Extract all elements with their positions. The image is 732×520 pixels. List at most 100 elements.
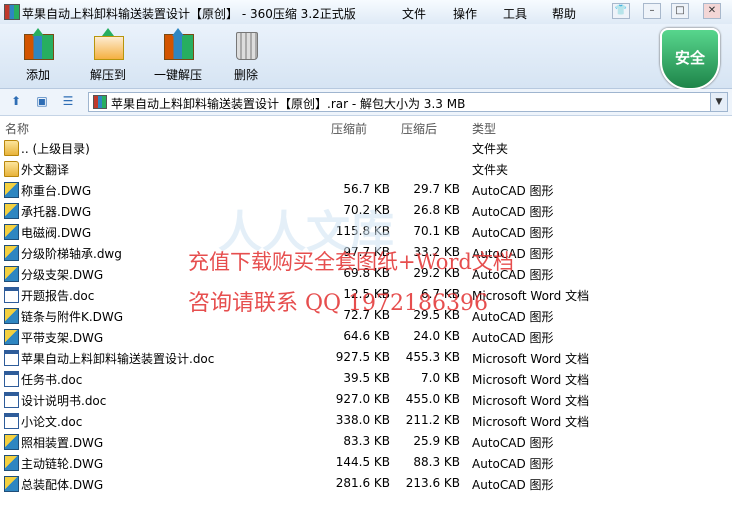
file-type: AutoCAD 图形 <box>472 184 554 198</box>
extract-to-label: 解压到 <box>89 68 126 82</box>
word-doc-icon <box>4 392 19 408</box>
original-size: 338.0 KB <box>335 413 390 427</box>
compressed-size: 24.0 KB <box>413 329 460 343</box>
original-size: 927.5 KB <box>335 350 390 364</box>
compressed-size: 455.3 KB <box>405 350 460 364</box>
compressed-size: 7.0 KB <box>421 371 460 385</box>
add-button-label: 添加 <box>25 68 50 82</box>
file-type: 文件夹 <box>472 163 509 177</box>
file-type: Microsoft Word 文档 <box>472 289 590 303</box>
delete-button-label: 删除 <box>233 68 258 82</box>
app-archive-icon <box>4 4 20 20</box>
extract-to-icon <box>92 28 124 60</box>
file-name: 分级支架.DWG <box>21 268 104 282</box>
autocad-file-icon <box>4 308 19 324</box>
close-button[interactable]: ✕ <box>703 3 721 19</box>
file-type: AutoCAD 图形 <box>472 226 554 240</box>
file-name: 外文翻译 <box>21 163 70 177</box>
original-size: 39.5 KB <box>343 371 390 385</box>
file-name: 链条与附件K.DWG <box>21 310 124 324</box>
menu-file[interactable]: 文件 <box>402 5 426 22</box>
file-type: AutoCAD 图形 <box>472 436 554 450</box>
column-compressed-size[interactable]: 压缩后 <box>401 120 437 137</box>
add-button[interactable]: 添加 <box>6 28 70 86</box>
watermark-line-2: 咨询请联系 QQ 1972186396 <box>188 291 489 316</box>
skin-shirt-icon[interactable]: 👕 <box>612 3 630 19</box>
extract-to-button[interactable]: 解压到 <box>76 28 140 86</box>
file-row[interactable]: 平带支架.DWG 64.6 KB 24.0 KB AutoCAD 图形 <box>0 326 732 347</box>
menu-tools[interactable]: 工具 <box>503 5 527 22</box>
autocad-file-icon <box>4 245 19 261</box>
column-type[interactable]: 类型 <box>472 120 496 137</box>
word-doc-icon <box>4 350 19 366</box>
one-click-extract-icon <box>162 28 194 60</box>
file-name: 总装配体.DWG <box>21 478 104 492</box>
word-doc-icon <box>4 413 19 429</box>
delete-button[interactable]: 删除 <box>214 28 278 86</box>
address-bar: ⬆ ▣ ☰ 苹果自动上料卸料输送装置设计【原创】.rar - 解包大小为 3.3… <box>0 89 732 116</box>
file-type: AutoCAD 图形 <box>472 457 554 471</box>
autocad-file-icon <box>4 476 19 492</box>
view-list-icon[interactable]: ☰ <box>60 94 76 108</box>
folder-icon <box>4 140 19 156</box>
file-type: Microsoft Word 文档 <box>472 394 590 408</box>
file-type: AutoCAD 图形 <box>472 478 554 492</box>
compressed-size: 213.6 KB <box>405 476 460 490</box>
file-name: 承托器.DWG <box>21 205 92 219</box>
file-type: 文件夹 <box>472 142 509 156</box>
original-size: 144.5 KB <box>335 455 390 469</box>
autocad-file-icon <box>4 182 19 198</box>
file-type: AutoCAD 图形 <box>472 331 554 345</box>
file-row[interactable]: 外文翻译 文件夹 <box>0 158 732 179</box>
file-row[interactable]: 苹果自动上料卸料输送装置设计.doc 927.5 KB 455.3 KB Micros… <box>0 347 732 368</box>
file-type: Microsoft Word 文档 <box>472 373 590 387</box>
file-name: 称重台.DWG <box>21 184 92 198</box>
maximize-button[interactable]: □ <box>671 3 689 19</box>
folder-icon <box>4 161 19 177</box>
file-name: 小论文.doc <box>21 415 83 429</box>
file-type: AutoCAD 图形 <box>472 205 554 219</box>
file-row[interactable]: 照相装置.DWG 83.3 KB 25.9 KB AutoCAD 图形 <box>0 431 732 452</box>
toolbar: 添加 解压到 一键解压 删除 <box>0 24 732 89</box>
one-click-extract-button[interactable]: 一键解压 <box>146 28 210 86</box>
word-doc-icon <box>4 371 19 387</box>
file-name: 设计说明书.doc <box>21 394 107 408</box>
file-row[interactable]: 总装配体.DWG 281.6 KB 213.6 KB AutoCAD 图形 <box>0 473 732 494</box>
autocad-file-icon <box>4 224 19 240</box>
column-original-size[interactable]: 压缩前 <box>331 120 367 137</box>
trash-icon <box>230 28 262 60</box>
file-row[interactable]: 任务书.doc 39.5 KB 7.0 KB Microsoft Word 文档 <box>0 368 732 389</box>
security-shield-icon[interactable]: 安全 <box>660 28 720 90</box>
path-text: 苹果自动上料卸料输送装置设计【原创】.rar - 解包大小为 3.3 MB <box>111 97 466 111</box>
path-field[interactable]: 苹果自动上料卸料输送装置设计【原创】.rar - 解包大小为 3.3 MB ▼ <box>88 92 728 112</box>
compressed-size: 29.7 KB <box>413 182 460 196</box>
minimize-button[interactable]: – <box>643 3 661 19</box>
file-type: Microsoft Word 文档 <box>472 352 590 366</box>
file-row[interactable]: .. (上级目录) 文件夹 <box>0 137 732 158</box>
file-row[interactable]: 设计说明书.doc 927.0 KB 455.0 KB Microsoft Word … <box>0 389 732 410</box>
compressed-size: 455.0 KB <box>405 392 460 406</box>
security-label: 安全 <box>674 49 705 67</box>
one-click-extract-label: 一键解压 <box>153 68 202 82</box>
up-arrow-icon[interactable]: ⬆ <box>8 94 24 108</box>
original-size: 927.0 KB <box>335 392 390 406</box>
view-large-icon[interactable]: ▣ <box>34 94 50 108</box>
menu-operate[interactable]: 操作 <box>453 5 477 22</box>
file-name: 电磁阀.DWG <box>21 226 92 240</box>
autocad-file-icon <box>4 203 19 219</box>
file-row[interactable]: 主动链轮.DWG 144.5 KB 88.3 KB AutoCAD 图形 <box>0 452 732 473</box>
menu-help[interactable]: 帮助 <box>552 5 576 22</box>
column-name[interactable]: 名称 <box>5 120 29 137</box>
original-size: 83.3 KB <box>343 434 390 448</box>
window-title: 苹果自动上料卸料输送装置设计【原创】 - 360压缩 3.2正式版 <box>22 7 356 21</box>
file-name: 照相装置.DWG <box>21 436 104 450</box>
chevron-down-icon[interactable]: ▼ <box>710 93 727 111</box>
original-size: 56.7 KB <box>343 182 390 196</box>
original-size: 64.6 KB <box>343 329 390 343</box>
file-name: 开题报告.doc <box>21 289 95 303</box>
compressed-size: 25.9 KB <box>413 434 460 448</box>
file-row[interactable]: 小论文.doc 338.0 KB 211.2 KB Microsoft Word 文档 <box>0 410 732 431</box>
watermark-line-1: 充值下载购买全套图纸+Word文档 <box>188 250 514 274</box>
file-name: 任务书.doc <box>21 373 83 387</box>
autocad-file-icon <box>4 455 19 471</box>
